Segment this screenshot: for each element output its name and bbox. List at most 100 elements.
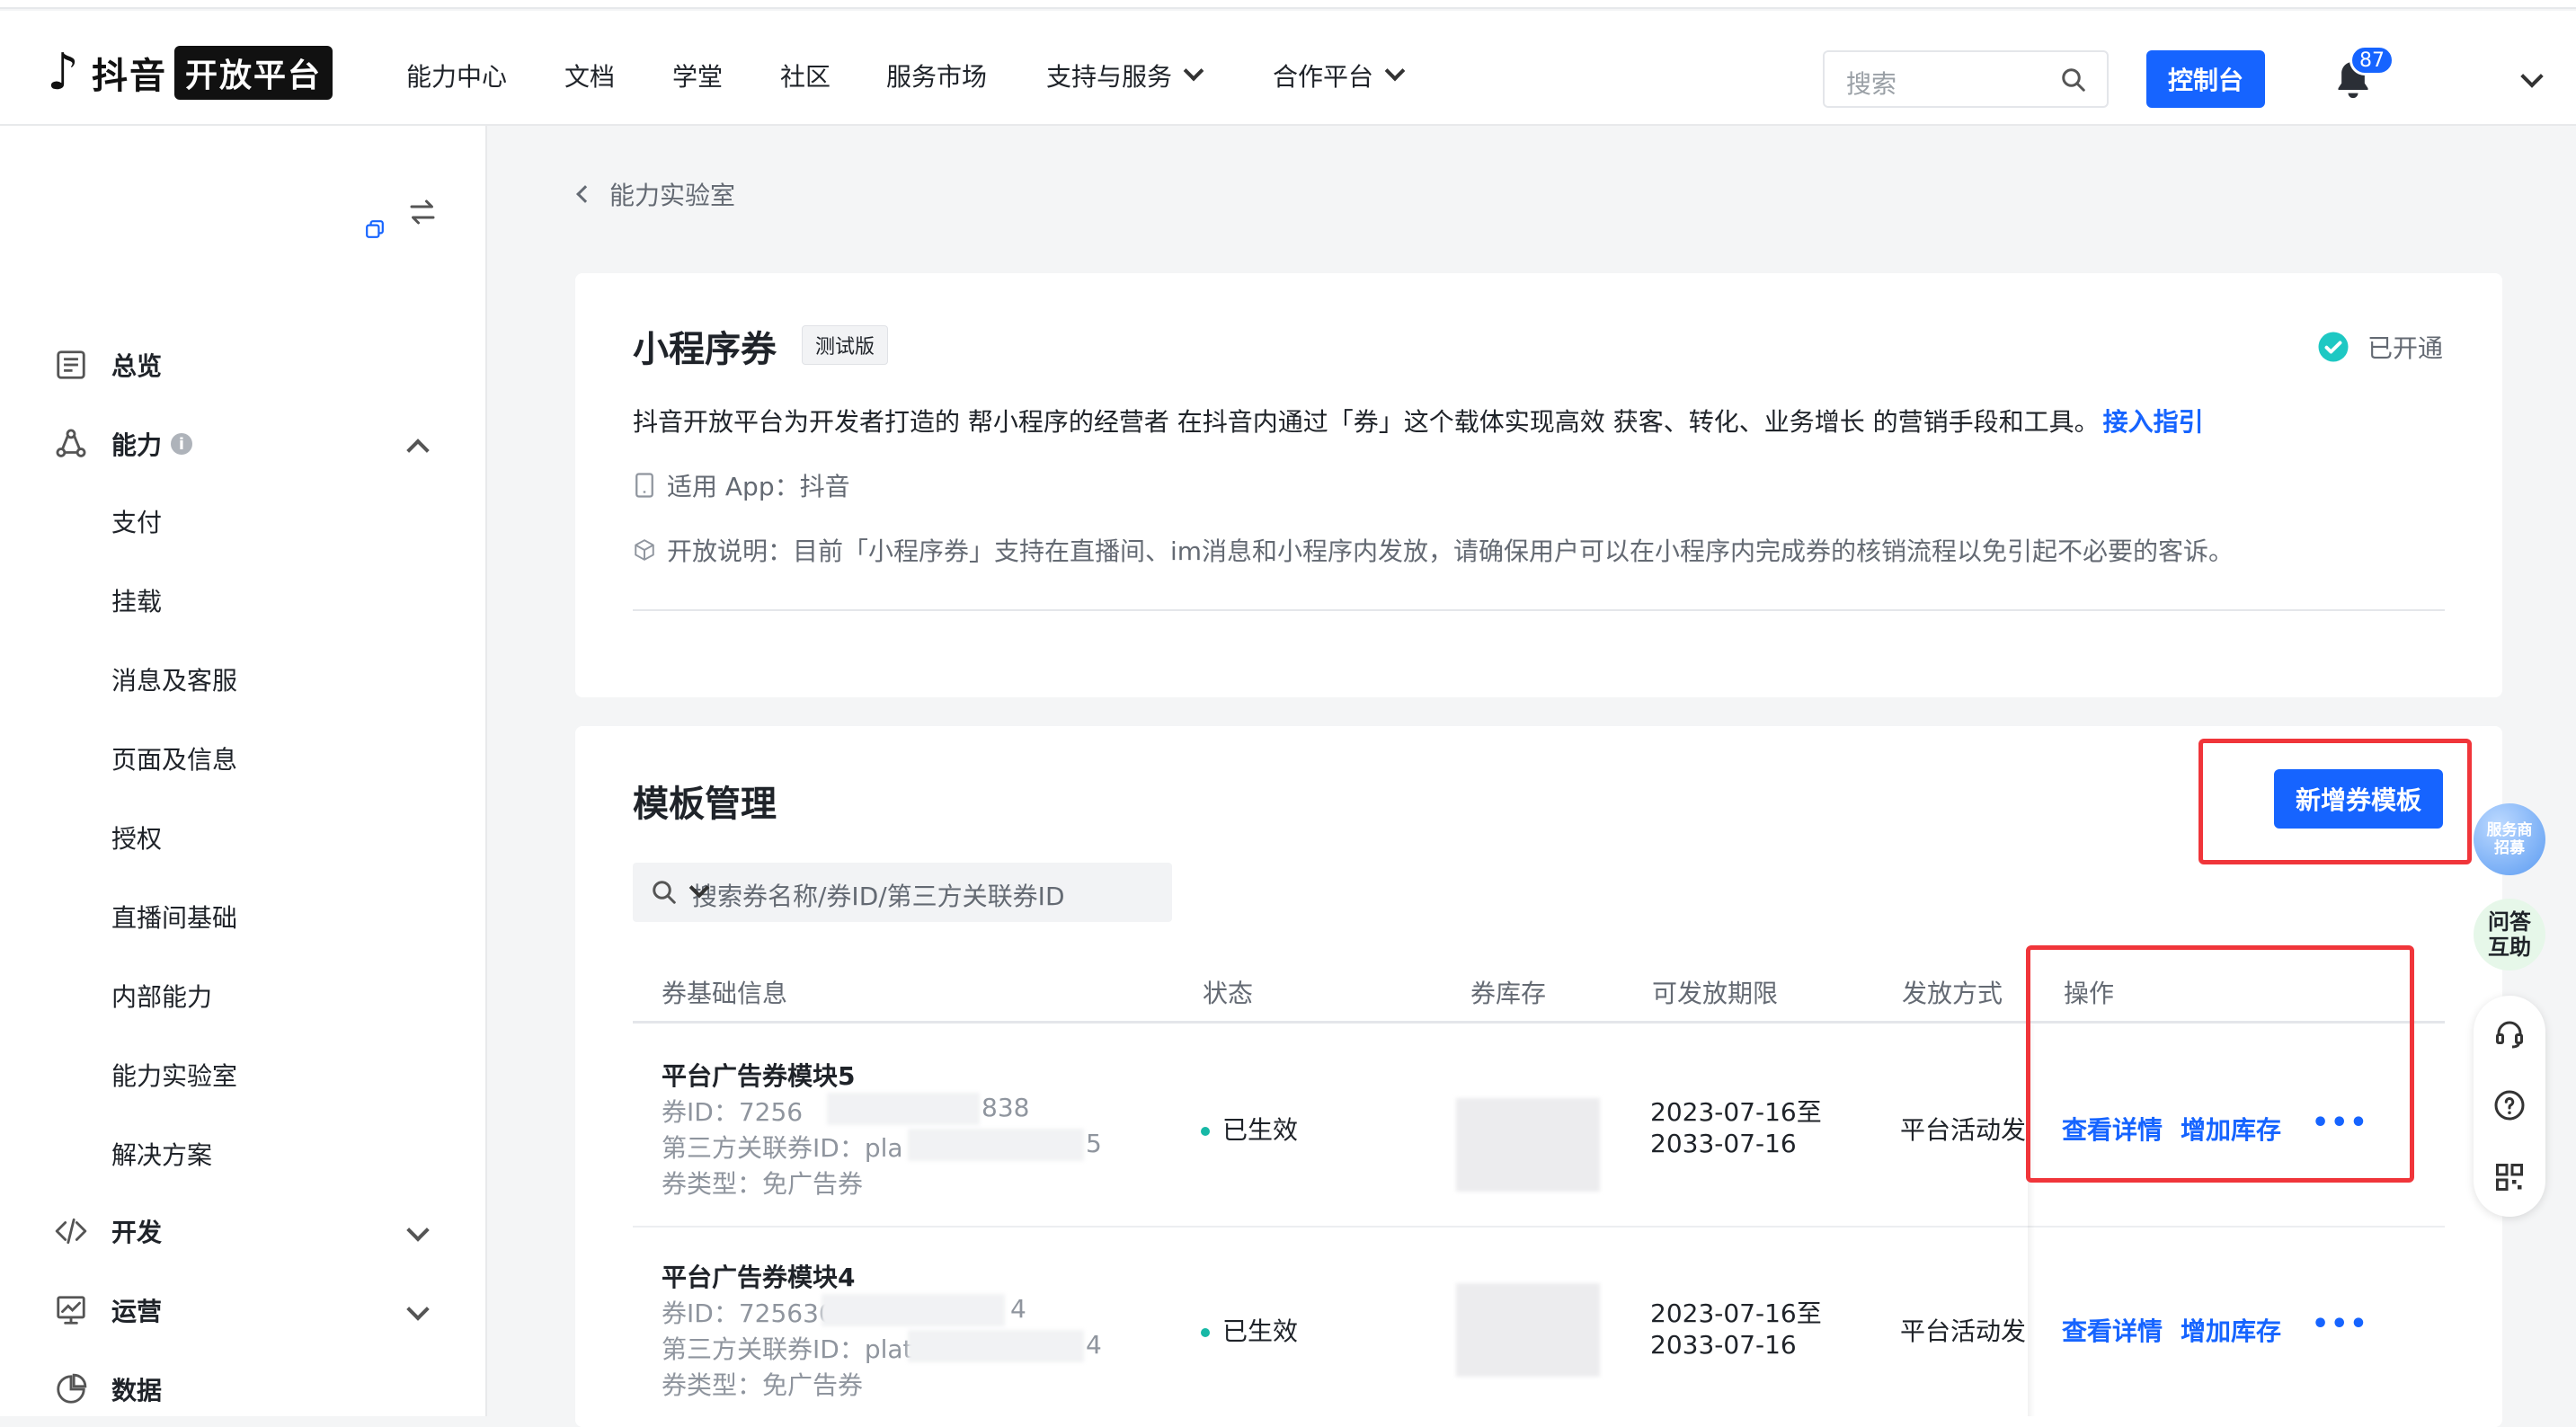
status-dot [1201, 1127, 1210, 1136]
logo-badge: 开放平台 [174, 46, 333, 100]
nav-label: 合作平台 [1273, 62, 1374, 92]
recruit-float-button[interactable]: 服务商 招募 [2474, 803, 2545, 875]
status-text: 已生效 [1222, 1316, 1299, 1346]
nav-community[interactable]: 社区 [780, 58, 831, 93]
console-button[interactable]: 控制台 [2146, 50, 2265, 108]
logo-text: 抖音 [92, 56, 167, 97]
sidebar: 总览 能力 i 支付 挂载 消息及客服 页面及信息 授权 直播间基础 内部能力 … [0, 126, 487, 1416]
more-actions-button[interactable]: ••• [2312, 1308, 2369, 1340]
search-icon [653, 881, 676, 904]
qr-code-icon[interactable] [2493, 1161, 2526, 1193]
sidebar-subitem-live-basic[interactable]: 直播间基础 [111, 899, 237, 935]
notification-badge: 87 [2349, 45, 2394, 75]
period-end: 2033-07-16 [1650, 1129, 1797, 1158]
help-icon[interactable] [2493, 1089, 2526, 1121]
sidebar-subitem-payment[interactable]: 支付 [111, 503, 162, 539]
phone-icon [635, 473, 653, 498]
search-input[interactable]: 搜索券名称/券ID/第三方关联券ID [633, 863, 1172, 922]
chevron-down-icon[interactable] [406, 1219, 430, 1242]
recruit-label: 招募 [2494, 839, 2525, 857]
column-header: 状态 [1203, 979, 1254, 1008]
status-dot [1201, 1328, 1210, 1337]
nav-label: 文档 [564, 62, 616, 92]
search-placeholder: 搜索 [1846, 69, 1897, 99]
pie-chart-icon [57, 1373, 87, 1404]
divider [633, 609, 2445, 611]
headset-icon[interactable] [2493, 1017, 2526, 1050]
redacted-stock [1456, 1283, 1600, 1377]
sidebar-subitem-page-info[interactable]: 页面及信息 [111, 740, 237, 776]
sidebar-subitem-solutions[interactable]: 解决方案 [111, 1136, 212, 1172]
column-header: 券基础信息 [662, 979, 788, 1008]
chevron-down-icon[interactable] [406, 1298, 430, 1321]
status-enabled: 已开通 [2317, 329, 2443, 365]
chevron-left-icon [576, 185, 594, 203]
breadcrumb[interactable]: 能力实验室 [576, 176, 735, 212]
switch-icon[interactable] [406, 196, 439, 228]
code-icon [55, 1218, 87, 1245]
third-party-id-suffix: 4 [1086, 1330, 1102, 1360]
sidebar-item-label: 总览 [111, 351, 163, 381]
nav-capability-center[interactable]: 能力中心 [406, 58, 507, 93]
nav-support-service[interactable]: 支持与服务 [1046, 58, 1204, 93]
sidebar-item-operation[interactable]: 运营 [54, 1292, 162, 1328]
status-label: 已开通 [2367, 333, 2444, 363]
nav-service-market[interactable]: 服务市场 [886, 58, 987, 93]
logo[interactable]: ♪ 抖音 开放平台 [40, 43, 333, 102]
nav-academy[interactable]: 学堂 [672, 58, 723, 93]
nav-label: 学堂 [672, 62, 724, 92]
coupon-name: 平台广告券模块5 [662, 1061, 856, 1091]
sidebar-item-overview[interactable]: 总览 [54, 347, 162, 383]
operation-icon [57, 1296, 85, 1325]
sidebar-item-capability[interactable]: 能力 i [54, 426, 193, 462]
third-party-id-suffix: 5 [1086, 1129, 1102, 1158]
recruit-label: 服务商 [2486, 821, 2533, 839]
status-text: 已生效 [1222, 1115, 1299, 1145]
redacted-area [822, 1294, 1005, 1326]
qa-label: 问答 [2488, 909, 2531, 935]
qa-float-button[interactable]: 问答 互助 [2474, 899, 2545, 971]
nav-docs[interactable]: 文档 [564, 58, 615, 93]
redacted-area [908, 1129, 1084, 1161]
info-icon[interactable]: i [171, 433, 193, 455]
qa-label: 互助 [2488, 935, 2531, 960]
view-detail-link[interactable]: 查看详情 [2062, 1312, 2163, 1348]
sidebar-subitem-mount[interactable]: 挂载 [111, 582, 162, 618]
filter-placeholder: 搜索券名称/券ID/第三方关联券ID [692, 882, 1065, 911]
column-header: 券库存 [1470, 979, 1547, 1008]
sidebar-subitem-authorization[interactable]: 授权 [111, 820, 162, 855]
coupon-type: 券类型：免广告券 [662, 1370, 864, 1400]
search-icon[interactable] [2060, 66, 2087, 93]
page-title: 小程序券 [633, 329, 777, 370]
coupon-id-suffix: 838 [982, 1093, 1030, 1122]
guide-link[interactable]: 接入指引 [2103, 407, 2204, 437]
chevron-up-icon[interactable] [406, 439, 430, 462]
search-input[interactable]: 搜索 [1823, 50, 2109, 108]
sidebar-item-label: 数据 [111, 1376, 163, 1405]
sidebar-item-data[interactable]: 数据 [54, 1371, 162, 1407]
sidebar-subitem-internal[interactable]: 内部能力 [111, 978, 212, 1014]
chevron-down-icon[interactable] [2520, 65, 2544, 88]
add-stock-link[interactable]: 增加库存 [2181, 1312, 2281, 1348]
redacted-stock [1456, 1098, 1600, 1192]
copy-icon[interactable] [365, 219, 385, 239]
avatar[interactable] [2409, 47, 2515, 120]
chevron-down-icon [1384, 60, 1406, 82]
nav-partner-platform[interactable]: 合作平台 [1273, 58, 1406, 93]
intro-description: 抖音开放平台为开发者打造的 帮小程序的经营者 在抖音内通过「券」这个载体实现高效… [633, 403, 2204, 439]
capability-icon [56, 429, 86, 457]
highlight-box [2198, 739, 2472, 864]
sidebar-item-develop[interactable]: 开发 [54, 1213, 162, 1249]
issue-method: 平台活动发 [1900, 1115, 2027, 1145]
sidebar-subitem-message-service[interactable]: 消息及客服 [111, 661, 237, 697]
top-header: ♪ 抖音 开放平台 能力中心 文档 学堂 社区 服务市场 支持与服务 合作平台 … [0, 11, 2576, 126]
nav-label: 服务市场 [886, 62, 988, 92]
sidebar-item-label: 运营 [111, 1297, 163, 1326]
sidebar-subitem-lab[interactable]: 能力实验室 [111, 1057, 237, 1093]
third-party-id: 第三方关联券ID：plat [662, 1334, 913, 1364]
check-circle-icon [2318, 332, 2349, 362]
open-note: 开放说明：目前「小程序券」支持在直播间、im消息和小程序内发放，请确保用户可以在… [633, 532, 2234, 568]
float-tool-panel [2474, 996, 2545, 1217]
row-divider [633, 1226, 2445, 1228]
redacted-area [827, 1093, 980, 1125]
